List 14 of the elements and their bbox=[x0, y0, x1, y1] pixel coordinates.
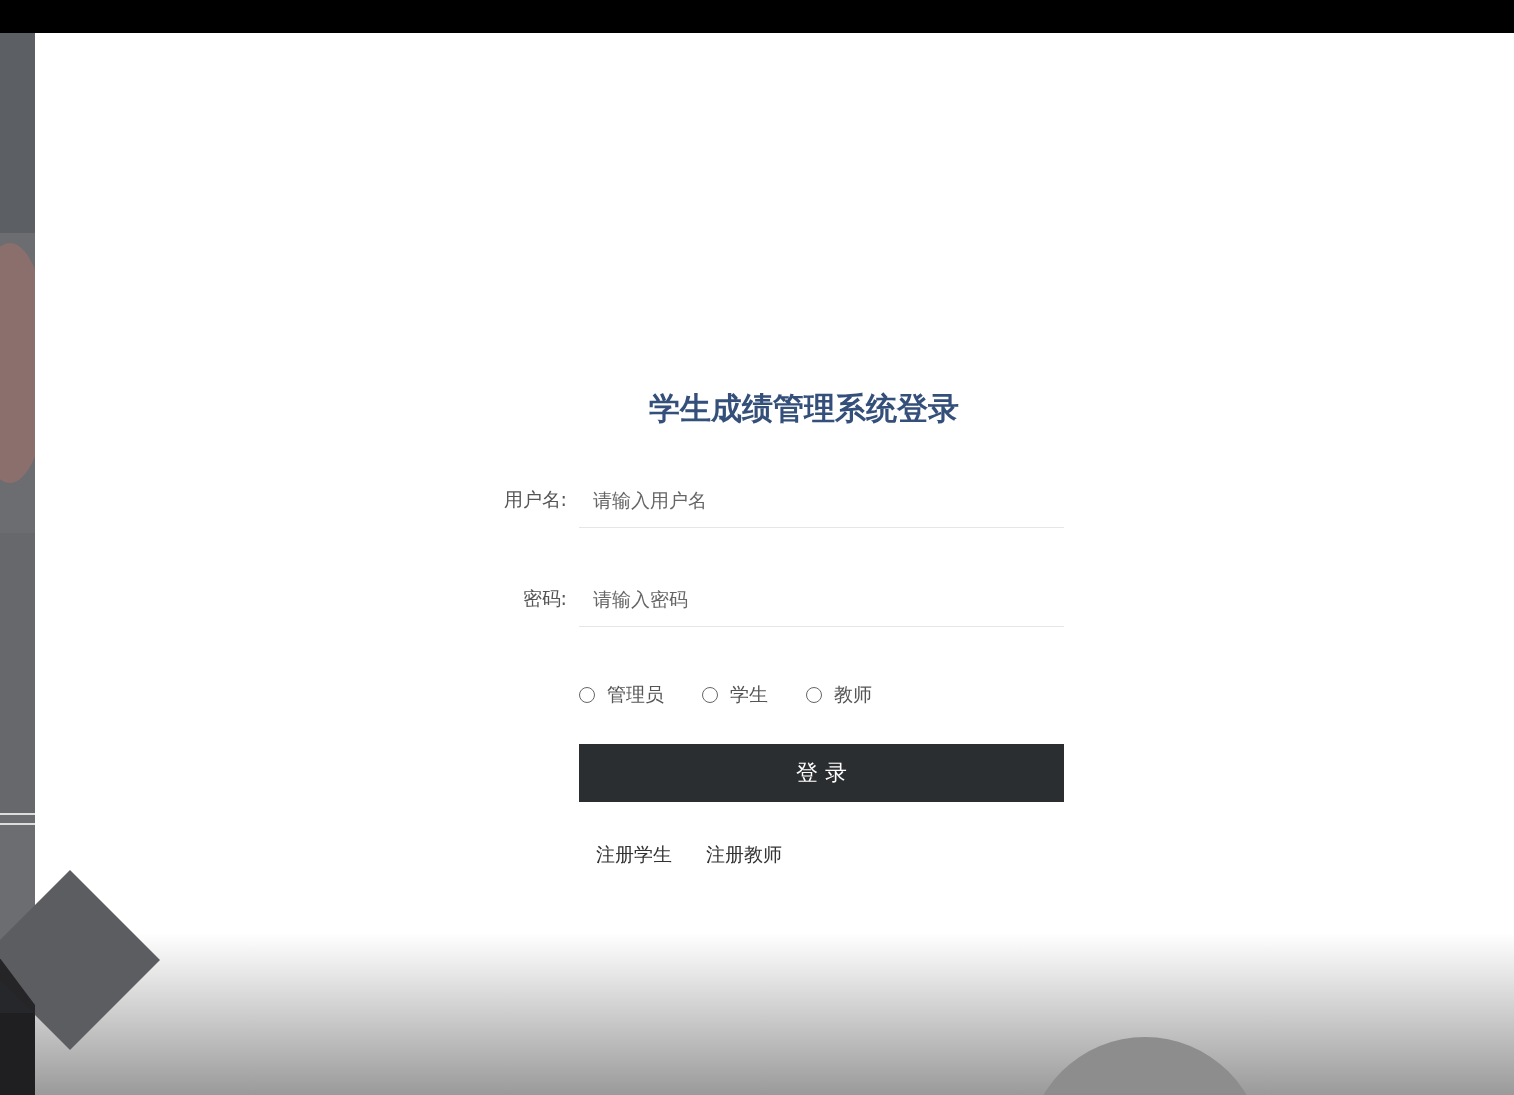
register-link[interactable]: 注册教师 bbox=[706, 842, 782, 868]
role-option[interactable]: 学生 bbox=[702, 682, 768, 708]
field-label: 密码: bbox=[521, 586, 567, 611]
role-option[interactable]: 管理员 bbox=[579, 682, 664, 708]
register-link[interactable]: 注册学生 bbox=[596, 842, 672, 868]
role-option[interactable]: 教师 bbox=[806, 682, 872, 708]
role-label: 学生 bbox=[730, 682, 768, 707]
login-button[interactable]: 登 录 bbox=[579, 744, 1064, 802]
role-label: 教师 bbox=[834, 682, 872, 707]
page-title: 学生成绩管理系统登录 bbox=[649, 389, 960, 428]
input-field[interactable]: 请输入用户名 bbox=[579, 472, 1064, 528]
field-label: 用户名: bbox=[502, 487, 567, 512]
role-label: 管理员 bbox=[607, 682, 664, 707]
input-field[interactable]: 请输入密码 bbox=[579, 571, 1064, 627]
